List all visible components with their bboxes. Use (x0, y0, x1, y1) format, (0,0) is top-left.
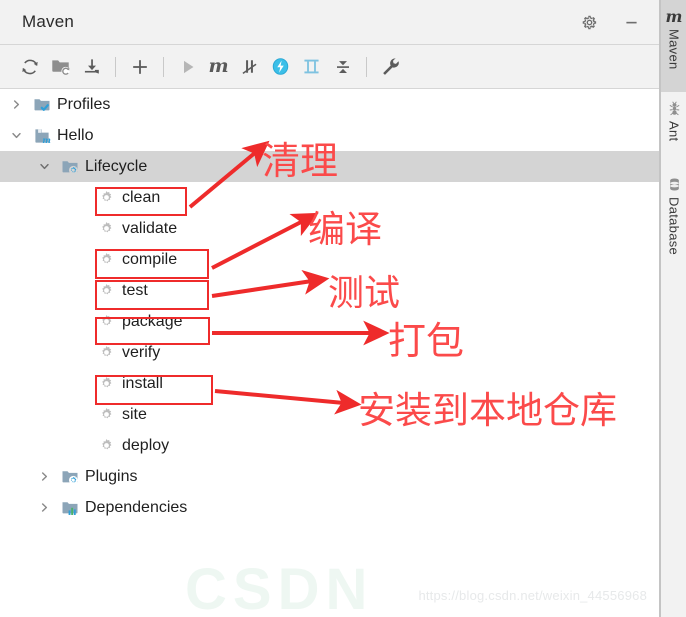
tree-node-label: Hello (57, 126, 94, 144)
minimize-icon[interactable] (621, 12, 641, 32)
lifecycle-icon (60, 157, 79, 176)
tree-node-label: site (122, 405, 147, 423)
tree-node-goal-test[interactable]: test (0, 275, 659, 306)
tree-node-label: validate (122, 219, 178, 237)
add-maven-project-button[interactable] (124, 51, 155, 82)
download-sources-button[interactable] (76, 51, 107, 82)
watermark-logo: CSDN (185, 557, 374, 617)
refresh-icon (21, 59, 38, 74)
tree-node-label: Plugins (85, 467, 138, 485)
goal-icon (97, 436, 116, 455)
play-icon (183, 60, 193, 73)
folder-refresh-icon (52, 60, 70, 76)
svg-text:m: m (42, 135, 50, 145)
toolbar-separator-2 (163, 56, 164, 77)
toggle-skip-tests-button[interactable] (265, 51, 296, 82)
goal-icon (97, 405, 116, 424)
tree-node-label: Profiles (57, 95, 111, 113)
page-title: Maven (22, 12, 75, 31)
tab-maven[interactable]: m Maven (661, 0, 686, 92)
maven-m-icon: m (665, 6, 683, 26)
run-build-button[interactable] (172, 51, 203, 82)
tab-database[interactable]: Database (661, 168, 686, 280)
goal-icon (97, 250, 116, 269)
database-icon (667, 174, 682, 194)
download-icon (84, 58, 99, 74)
toggle-offline-button[interactable] (234, 51, 265, 82)
maven-tool-window-screenshot: Maven m Profiles m Hello Lifecycle clean… (0, 0, 686, 617)
maven-tool-window: Maven m Profiles m Hello Lifecycle clean… (0, 0, 660, 617)
tree-node-goal-verify[interactable]: verify (0, 337, 659, 368)
chevron-right-icon[interactable] (38, 470, 51, 483)
wrench-icon (383, 58, 399, 75)
skip-tests-icon (272, 58, 289, 75)
generate-sources-button[interactable] (45, 51, 76, 82)
tree-node-label: install (122, 374, 163, 392)
maven-projects-tree[interactable]: Profiles m Hello Lifecycle clean validat… (0, 89, 659, 617)
gear-icon[interactable] (579, 12, 599, 32)
maven-m-icon: m (208, 55, 229, 77)
execute-goal-button[interactable]: m (203, 51, 234, 82)
show-dependencies-button[interactable] (296, 51, 327, 82)
maven-toolbar: m (0, 45, 659, 89)
collapse-all-button[interactable] (327, 51, 358, 82)
tree-node-label: Lifecycle (85, 157, 148, 175)
chevron-right-icon[interactable] (10, 98, 23, 111)
tree-node-goal-package[interactable]: package (0, 306, 659, 337)
dependencies-icon (60, 498, 79, 517)
tab-label: Maven (666, 29, 682, 70)
tree-node-hello[interactable]: m Hello (0, 120, 659, 151)
chevron-down-icon[interactable] (38, 160, 51, 173)
tree-node-goal-deploy[interactable]: deploy (0, 430, 659, 461)
tree-node-goal-site[interactable]: site (0, 399, 659, 430)
tree-node-plugins[interactable]: Plugins (0, 461, 659, 492)
tree-node-label: test (122, 281, 148, 299)
tree-node-goal-validate[interactable]: validate (0, 213, 659, 244)
tree-node-label: clean (122, 188, 161, 206)
right-tool-window-bar: m Maven Ant Database (660, 0, 686, 617)
tree-node-dependencies[interactable]: Dependencies (0, 492, 659, 523)
tree-node-profiles[interactable]: Profiles (0, 89, 659, 120)
dependencies-icon (304, 59, 319, 74)
chevron-right-icon[interactable] (38, 501, 51, 514)
toolbar-separator-1 (115, 56, 116, 77)
goal-icon (97, 374, 116, 393)
tree-node-goal-compile[interactable]: compile (0, 244, 659, 275)
reimport-button[interactable] (14, 51, 45, 82)
goal-icon (97, 312, 116, 331)
title-bar-buttons (579, 0, 641, 44)
toolbar-separator-3 (366, 56, 367, 77)
plus-icon (132, 59, 147, 74)
tree-node-label: package (122, 312, 183, 330)
tab-label: Ant (666, 121, 682, 142)
goal-icon (97, 188, 116, 207)
tree-node-label: Dependencies (85, 498, 188, 516)
tree-node-goal-clean[interactable]: clean (0, 182, 659, 213)
maven-settings-button[interactable] (375, 51, 406, 82)
ant-icon (667, 98, 682, 118)
plugins-icon (60, 467, 79, 486)
tab-label: Database (666, 197, 682, 256)
profiles-icon (32, 95, 51, 114)
chevron-down-icon[interactable] (10, 129, 23, 142)
tree-node-lifecycle[interactable]: Lifecycle (0, 151, 659, 182)
tree-node-label: compile (122, 250, 178, 268)
goal-icon (97, 219, 116, 238)
maven-project-icon: m (32, 126, 51, 145)
tab-ant[interactable]: Ant (661, 92, 686, 168)
offline-icon (242, 60, 257, 75)
tool-window-title-bar: Maven (0, 0, 659, 45)
collapse-all-icon (336, 60, 349, 73)
goal-icon (97, 281, 116, 300)
tree-node-label: verify (122, 343, 161, 361)
goal-icon (97, 343, 116, 362)
tree-node-goal-install[interactable]: install (0, 368, 659, 399)
tree-node-label: deploy (122, 436, 170, 454)
watermark-url: https://blog.csdn.net/weixin_44556968 (418, 588, 647, 603)
